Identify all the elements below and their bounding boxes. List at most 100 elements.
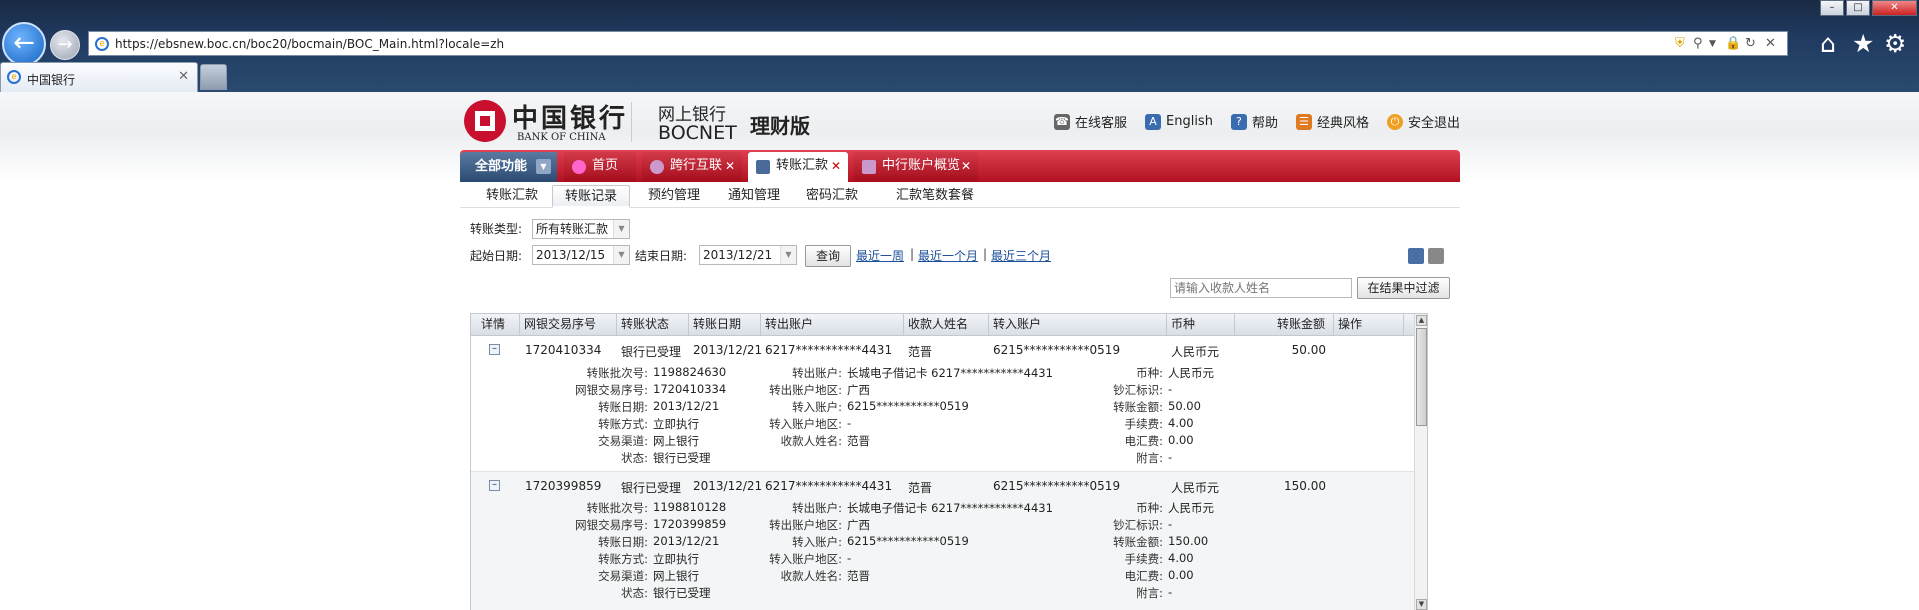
chevron-down-icon: ▼ [780,246,796,264]
english-link[interactable]: A English [1145,112,1213,131]
detail-value: 转入账户地区: - [769,416,852,431]
col-from-account: 转出账户 [761,314,904,336]
end-date-field[interactable]: 2013/12/21 ▼ [699,245,797,265]
to-account-cell: 6215***********0519 [993,479,1121,493]
last-month-link[interactable]: 最近一个月 [918,247,978,264]
scroll-thumb[interactable] [1416,328,1427,426]
tab-close-icon[interactable]: ✕ [831,152,841,180]
link-label: English [1166,114,1213,129]
ie-tab-icon: e [7,70,21,84]
status-cell: 银行已受理 [621,345,682,359]
last-three-months-link[interactable]: 最近三个月 [991,247,1051,264]
collapse-icon[interactable]: – [489,480,500,491]
detail-key: 转账金额: [1113,535,1163,549]
link-label: 在线客服 [1074,116,1127,131]
stop-icon[interactable]: ✕ [1765,36,1776,52]
address-bar[interactable]: e https://ebsnew.boc.cn/boc20/bocmain/BO… [88,31,1788,56]
tab-close-icon[interactable]: ✕ [725,152,735,180]
tab-home[interactable]: 首页 [564,152,636,182]
home-icon[interactable]: ⌂ [1820,30,1836,58]
maximize-icon[interactable]: □ [1846,0,1870,16]
tab-transfer[interactable]: 转账汇款 ✕ [748,152,848,182]
payee-search-input[interactable] [1170,278,1352,298]
seq-cell: 1720399859 [525,479,602,493]
table-row[interactable]: – 1720399859 银行已受理 2013/12/21 6217******… [471,471,1416,610]
start-date-label: 起始日期: [470,249,523,263]
chevron-down-icon: ▼ [613,246,629,264]
status-cell: 银行已受理 [621,481,682,495]
header-links: ☎ 在线客服 A English ? 帮助 ☰ 经典风格 ⏻ 安全退出 [1053,112,1460,131]
scroll-down-icon[interactable]: ▼ [1416,599,1427,610]
language-icon: A [1145,113,1161,130]
scroll-up-icon[interactable]: ▲ [1416,315,1427,326]
tab-title: 中国银行 [27,73,76,87]
detail-key: 币种: [1136,366,1163,380]
gear-icon[interactable]: ⚙ [1884,30,1906,58]
subtab-password-remit[interactable]: 密码汇款 [794,185,870,208]
start-date-field[interactable]: 2013/12/15 ▼ [532,245,630,265]
tab-close-icon[interactable]: ✕ [961,152,971,180]
last-week-link[interactable]: 最近一周 [856,247,904,264]
link-label: 帮助 [1251,116,1278,131]
subtab-notification[interactable]: 通知管理 [716,185,792,208]
shield-icon[interactable]: ⛨ [1675,36,1685,52]
currency-cell: 人民币元 [1171,345,1220,359]
col-seq: 网银交易序号 [520,314,617,336]
favorites-star-icon[interactable]: ★ [1852,30,1874,58]
logo-cn: 中国银行 [512,104,629,134]
payee-cell: 范晋 [908,345,933,359]
from-account-cell: 6217***********4431 [765,479,893,493]
browser-tab[interactable]: e 中国银行 ✕ [0,62,198,92]
tab-label: 中行账户概览 [882,158,961,173]
minimize-icon[interactable]: – [1820,0,1844,16]
from-account-cell: 6217***********4431 [765,343,893,357]
back-button[interactable]: ← [2,22,46,66]
headset-icon: ☎ [1053,113,1070,130]
subtab-scheduled[interactable]: 预约管理 [636,185,712,208]
table-scrollbar[interactable]: ▲ ▼ [1414,314,1427,610]
search-icon[interactable]: ⚲ [1693,36,1703,52]
detail-value: 转账日期: 2013/12/21 [598,534,720,549]
page-content: 中国银行 BANK OF CHINA 网上银行 BOCNET 理财版 ☎ 在线客服… [0,92,1919,610]
detail-value: 币种: 人民币元 [1136,501,1214,515]
lock-icon[interactable]: 🔒 [1725,36,1741,52]
online-service-link[interactable]: ☎ 在线客服 [1053,112,1127,131]
query-button[interactable]: 查询 [805,245,851,267]
tab-interbank[interactable]: 跨行互联 ✕ [642,152,742,182]
subtab-transfer[interactable]: 转账汇款 [474,185,550,208]
detail-key: 电汇费: [1124,569,1163,583]
subtab-remit-package[interactable]: 汇款笔数套餐 [884,185,986,208]
detail-key: 转入账户: [792,400,842,414]
tab-account-overview[interactable]: 中行账户概览 ✕ [854,152,978,182]
all-functions-menu[interactable]: 全部功能 ▼ [460,152,557,182]
detail-value: 转入账户: 6215***********0519 [792,534,969,549]
all-functions-label: 全部功能 [475,159,528,174]
transfer-type-select[interactable]: 所有转账汇款 ▼ [532,219,630,239]
new-tab-button[interactable] [200,64,227,90]
site-header: 中国银行 BANK OF CHINA 网上银行 BOCNET 理财版 ☎ 在线客服… [462,92,1460,150]
close-icon[interactable]: ✕ [1872,0,1917,16]
amount-cell: 50.00 [1291,343,1326,357]
forward-button[interactable]: → [50,30,80,60]
detail-value: 附言: - [1136,450,1173,465]
print-icon[interactable] [1428,248,1444,264]
url-text[interactable]: https://ebsnew.boc.cn/boc20/bocmain/BOC_… [115,37,504,51]
classic-style-link[interactable]: ☰ 经典风格 [1295,112,1369,131]
dropdown-icon[interactable]: ▼ [1709,36,1716,52]
subtab-transfer-records[interactable]: 转账记录 [552,185,631,208]
filter-results-button[interactable]: 在结果中过滤 [1357,277,1450,299]
logo-en: BANK OF CHINA [517,132,606,143]
detail-value: 电汇费: 0.00 [1124,433,1194,448]
save-icon[interactable] [1408,248,1424,264]
logout-link[interactable]: ⏻ 安全退出 [1386,112,1460,131]
collapse-icon[interactable]: – [489,344,500,355]
detail-value: 状态: 银行已受理 [621,451,711,465]
end-date-label: 结束日期: [635,249,688,263]
tab-close-icon[interactable]: ✕ [178,69,189,84]
help-link[interactable]: ? 帮助 [1230,112,1278,131]
table-header: 详情 网银交易序号 转账状态 转账日期 转出账户 收款人姓名 转入账户 币种 转… [471,314,1416,336]
detail-key: 转账方式: [598,552,648,566]
refresh-icon[interactable]: ↻ [1745,36,1756,52]
table-row[interactable]: – 1720410334 银行已受理 2013/12/21 6217******… [471,336,1416,471]
detail-key: 网银交易序号: [575,383,648,397]
